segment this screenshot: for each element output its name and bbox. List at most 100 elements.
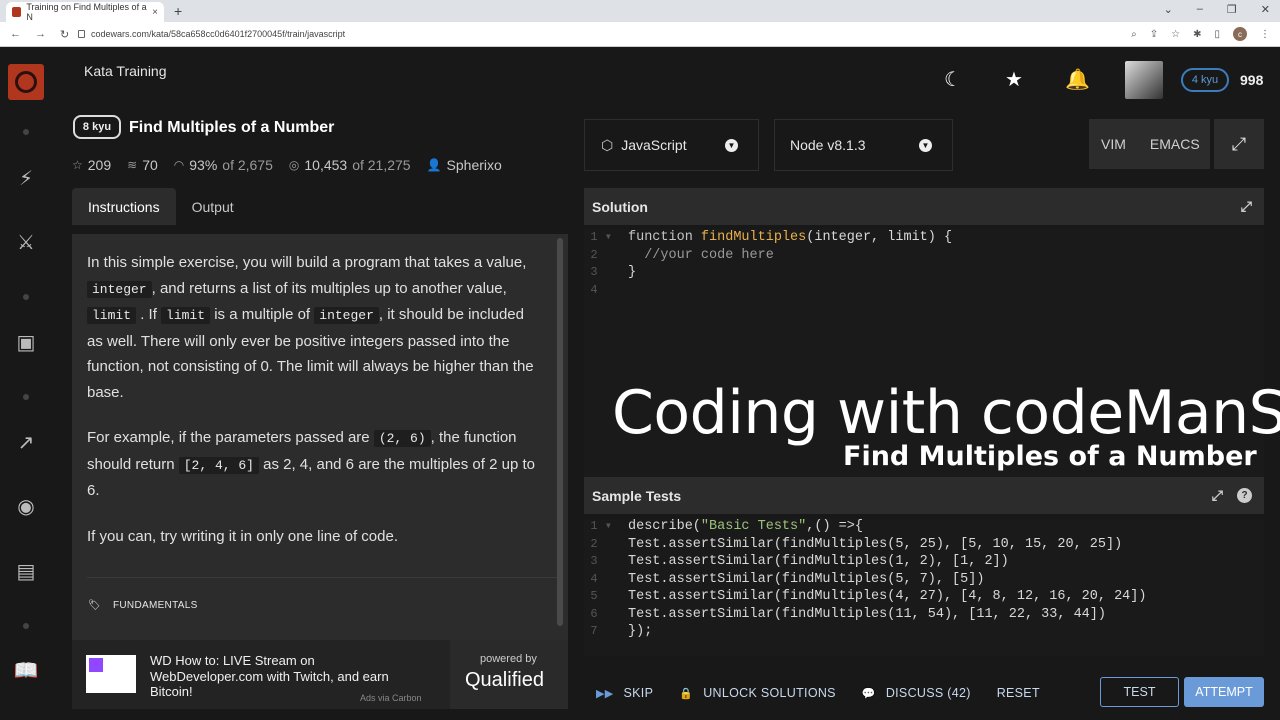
collections-stat[interactable]: ≋ 70 [127,157,158,173]
inline-code: integer [314,307,379,324]
satisfaction-total: of 2,675 [222,157,273,173]
extensions-icon[interactable]: ✱ [1193,29,1201,40]
instructions-scrollbar[interactable] [557,238,563,626]
url-text[interactable]: codewars.com/kata/58ca658cc0d6401f270004… [91,29,345,39]
profile-avatar[interactable]: c [1233,27,1247,41]
window-close-icon[interactable]: ✕ [1261,3,1270,16]
emacs-mode-button[interactable]: EMACS [1138,136,1212,152]
practice-icon[interactable]: ⚡ [12,165,40,193]
kata-tabs: Instructions Output [72,188,250,225]
inline-code: limit [87,307,137,324]
expand-solution-icon[interactable]: ⤢ [1241,198,1252,215]
sample-tests-editor[interactable]: 1 ▾ describe("Basic Tests" ,() =>{2 Test.a… [584,518,1264,656]
line-number: 4 [590,282,612,297]
back-icon[interactable]: ← [10,28,21,41]
discuss-button[interactable]: 💬 DISCUSS (42) [862,686,971,700]
help-icon[interactable]: ? [1237,488,1252,503]
kata-tag[interactable]: 🏷 FUNDAMENTALS [88,600,198,611]
forward-icon[interactable]: → [35,28,46,41]
bookmark-star-icon[interactable]: ☆ [1171,29,1180,40]
ad-brand-block[interactable]: powered by Qualified [450,640,568,709]
ads-via-carbon[interactable]: Ads via Carbon [360,693,422,703]
inline-code: integer [87,280,152,298]
discord-icon[interactable]: ◉ [12,493,40,521]
reset-label: RESET [996,686,1040,700]
target-icon: ◎ [288,158,300,172]
codewars-logo-icon[interactable] [8,64,44,100]
code-line[interactable]: 1 ▾ function findMultiples (integer, limit… [584,229,1264,247]
chat-icon[interactable]: ▤ [12,558,40,586]
tab-close-icon[interactable]: × [152,7,158,18]
browser-tab[interactable]: Training on Find Multiples of a N × [6,2,164,22]
tab-output[interactable]: Output [176,188,250,225]
expand-tests-icon[interactable]: ⤢ [1212,487,1223,504]
inline-code: limit [161,307,211,324]
new-tab-icon[interactable]: + [174,3,182,19]
code-token: describe( [628,519,701,534]
lock-icon[interactable] [78,30,85,38]
line-number: 1 ▾ [590,519,612,533]
carbon-ad[interactable]: WD How to: LIVE Stream on WebDeveloper.c… [72,640,568,709]
skip-forward-icon: ▶▶ [596,687,614,700]
comments-icon: 💬 [861,687,876,700]
skip-button[interactable]: ▶▶ SKIP [596,686,653,700]
twitch-ad-image[interactable] [86,655,136,693]
code-line[interactable]: 6 Test.assertSimilar(findMultiples(11, 5… [584,606,1264,624]
desc-text: , and returns a list of its multiples up… [151,279,507,297]
zoom-icon[interactable]: ⌕ [1131,29,1137,40]
code-line[interactable]: 3 } [584,264,1264,282]
stack-icon: ≋ [127,158,138,172]
reload-icon[interactable]: ↻ [60,28,69,41]
code-token: //your code here [628,247,774,263]
language-select[interactable]: ⬡ JavaScript ▼ [584,119,759,171]
dojo-icon[interactable]: ⚔ [12,229,40,257]
desc-text: For example, if the parameters passed ar… [87,429,370,446]
leaderboard-trend-icon[interactable]: ↗ [12,429,40,457]
test-button[interactable]: TEST [1100,677,1179,707]
code-line[interactable]: 5 Test.assertSimilar(findMultiples(4, 27… [584,588,1264,606]
vim-mode-button[interactable]: VIM [1089,136,1138,152]
unlock-solutions-button[interactable]: 🔒 UNLOCK SOLUTIONS [679,686,836,700]
reset-button[interactable]: RESET [997,686,1040,700]
collections-count: 70 [142,157,158,173]
code-line[interactable]: 1 ▾ describe("Basic Tests" ,() =>{ [584,518,1264,536]
user-honor[interactable]: 998 [1240,72,1263,88]
author-stat[interactable]: 👤 Spherixo [427,157,502,173]
sidebar-separator [23,294,29,300]
code-line[interactable]: 4 Test.assertSimilar(findMultiples(5, 7)… [584,571,1264,589]
satisfaction-value: 93% [189,157,218,173]
code-line[interactable]: 2 //your code here [584,247,1264,265]
sidepanel-icon[interactable]: ▯ [1214,29,1220,40]
docs-book-icon[interactable]: 📖 [12,657,40,685]
kata-kyu-badge: 8 kyu [73,115,121,139]
bookmark-icon[interactable]: ★ [1002,68,1026,92]
overlay-title: Coding with codeManS [612,378,1280,448]
tab-instructions[interactable]: Instructions [72,188,176,225]
share-icon[interactable]: ⇪ [1150,29,1158,40]
dark-mode-moon-icon[interactable]: ☾ [941,68,965,92]
code-line[interactable]: 7 }); [584,623,1264,641]
code-line[interactable]: 4 [584,282,1264,300]
line-number: 5 [590,589,612,603]
code-token: (integer, limit) { [806,230,953,245]
restore-icon[interactable]: ❐ [1227,3,1237,16]
tab-title: Training on Find Multiples of a N [26,2,147,22]
user-avatar[interactable] [1125,61,1163,99]
language-value: JavaScript [621,137,687,153]
kata-stats: ☆ 209 ≋ 70 ◠ 93% of 2,675 ◎ 10,453 of 21,275 👤… [72,157,502,173]
code-line[interactable]: 3 Test.assertSimilar(findMultiples(1, 2)… [584,553,1264,571]
line-number: 3 [590,265,612,279]
runtime-select[interactable]: Node v8.1.3 ▼ [774,119,953,171]
minimize-icon[interactable]: – [1197,3,1203,16]
attempt-button[interactable]: ATTEMPT [1184,677,1264,707]
notifications-bell-icon[interactable]: 🔔 [1065,68,1090,92]
code-line[interactable]: 2 Test.assertSimilar(findMultiples(5, 25… [584,536,1264,554]
tab-search-icon[interactable]: ⌄ [1164,3,1173,16]
stars-stat[interactable]: ☆ 209 [72,157,111,173]
fullscreen-expand-icon[interactable]: ⤢ [1214,119,1264,169]
user-rank-badge[interactable]: 4 kyu [1181,68,1229,92]
sidebar-separator [23,394,29,400]
browser-menu-icon[interactable]: ⋮ [1260,29,1270,40]
gauge-icon: ◠ [173,158,185,172]
briefcase-icon[interactable]: ▣ [12,329,40,357]
